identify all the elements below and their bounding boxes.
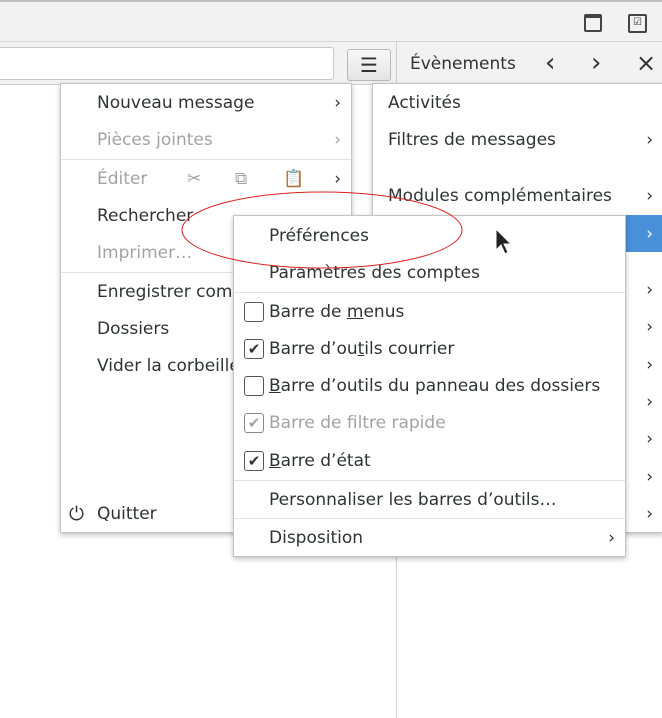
mouse-cursor-icon bbox=[495, 227, 513, 255]
annotation-overlay bbox=[181, 191, 513, 269]
annotation-ellipse bbox=[181, 191, 463, 269]
